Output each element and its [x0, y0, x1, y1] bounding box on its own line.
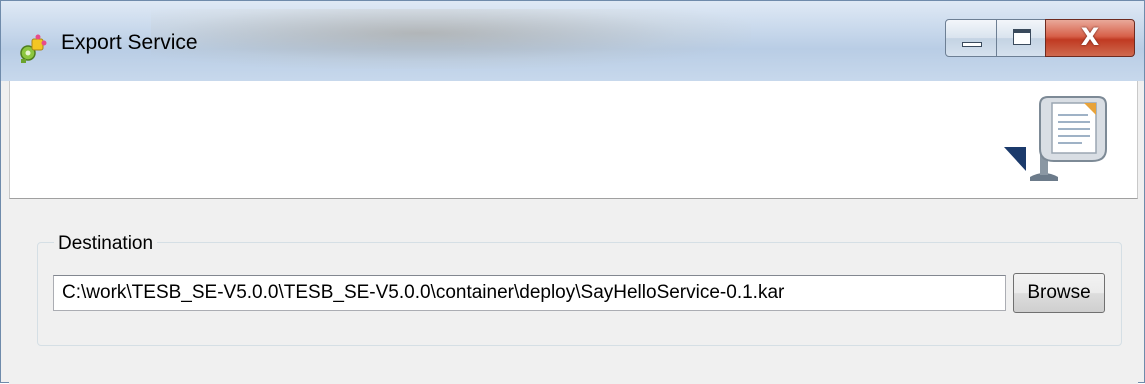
minimize-button[interactable] [945, 19, 997, 57]
window-title: Export Service [61, 31, 198, 54]
close-icon: X [1080, 23, 1100, 51]
destination-path-input[interactable] [53, 275, 1006, 311]
maximize-icon [1013, 29, 1031, 45]
destination-label: Destination [54, 233, 158, 255]
content-area: Destination Browse [9, 199, 1138, 384]
maximize-button[interactable] [996, 19, 1046, 57]
minimize-icon [962, 42, 982, 47]
puzzle-gear-icon [20, 34, 47, 63]
wizard-banner [9, 81, 1138, 199]
title-bar[interactable]: Export Service X [1, 1, 1144, 81]
export-service-dialog: Export Service X Destination B [0, 0, 1145, 384]
close-button[interactable]: X [1045, 19, 1135, 57]
titlebar-background-blur [151, 9, 751, 69]
export-wizard-icon [1004, 96, 1107, 181]
browse-button[interactable]: Browse [1013, 273, 1105, 313]
